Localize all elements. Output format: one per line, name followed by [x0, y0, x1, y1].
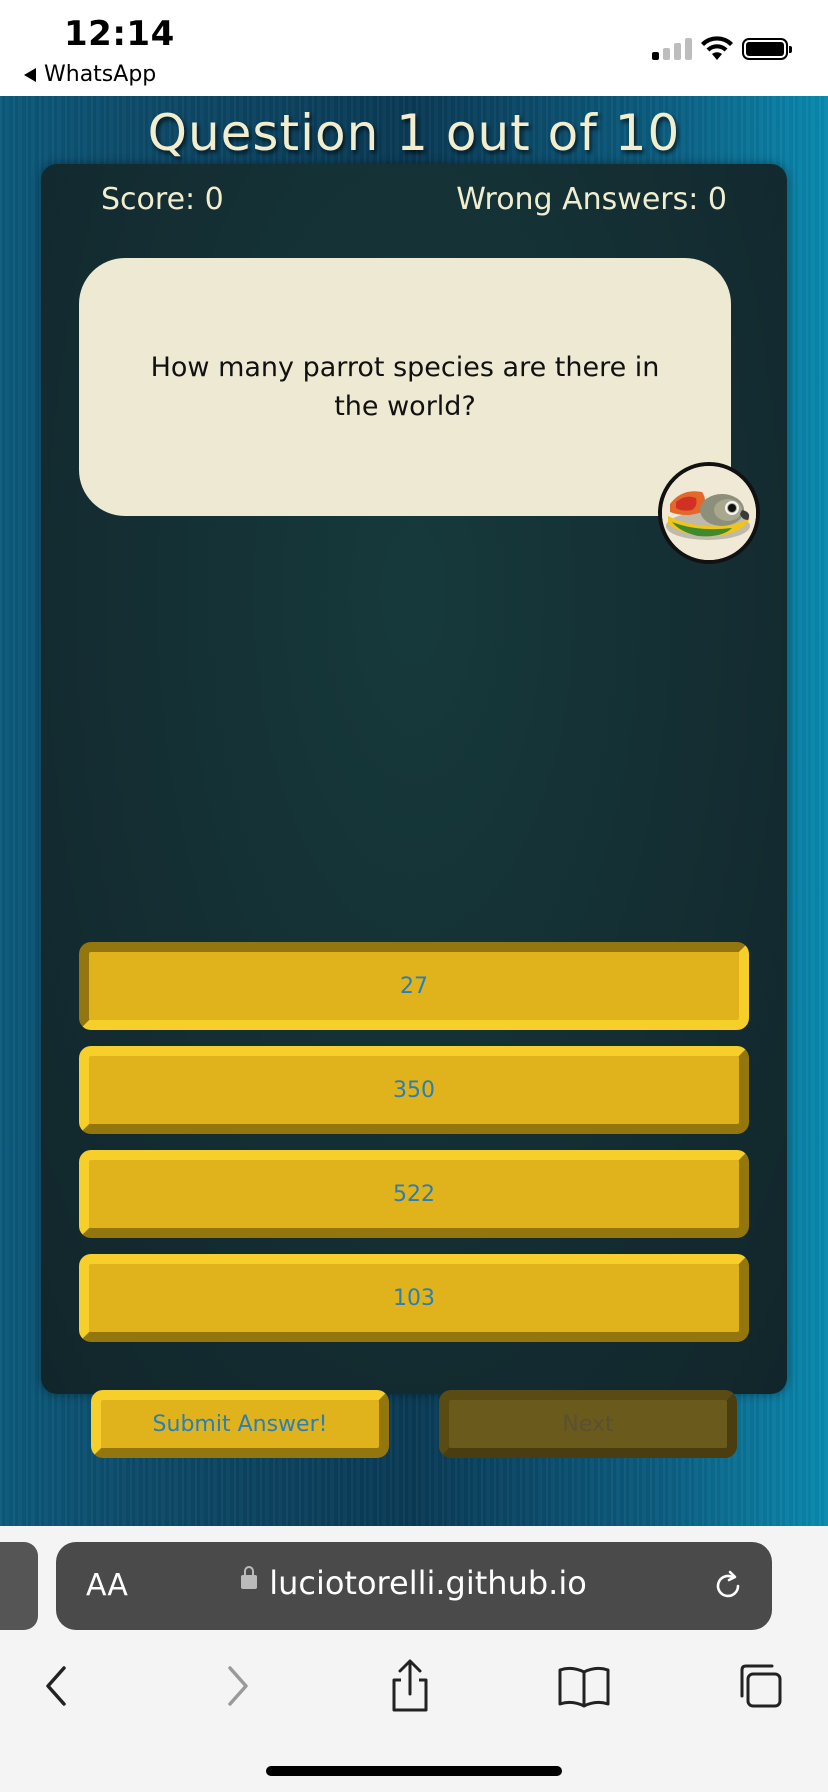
quiz-page: Question 1 out of 10 Score: 0 Wrong Answ…: [0, 96, 828, 1526]
bookmarks-icon[interactable]: [554, 1656, 614, 1716]
answer-option[interactable]: 522: [79, 1150, 749, 1238]
tabs-icon[interactable]: [732, 1656, 792, 1716]
address-bar[interactable]: AA luciotorelli.github.io: [56, 1542, 772, 1630]
clock: 12:14: [64, 14, 175, 54]
answer-option[interactable]: 103: [79, 1254, 749, 1342]
cellular-signal-icon: [652, 38, 692, 60]
previous-tab-preview[interactable]: [0, 1542, 38, 1630]
url-display[interactable]: luciotorelli.github.io: [56, 1564, 772, 1602]
browser-toolbar: AA luciotorelli.github.io: [0, 1526, 828, 1792]
wifi-icon: [701, 36, 733, 60]
battery-icon: [742, 38, 792, 60]
quiz-panel: Score: 0 Wrong Answers: 0 How many parro…: [41, 164, 787, 1458]
answer-label: 103: [393, 1285, 435, 1311]
back-app-label: WhatsApp: [44, 62, 157, 87]
answer-label: 27: [400, 973, 428, 999]
question-text: How many parrot species are there in the…: [150, 352, 660, 422]
answer-label: 522: [393, 1181, 435, 1207]
back-triangle-icon: [24, 67, 36, 82]
answer-list: 27 350 522 103: [79, 942, 749, 1358]
score-label: Score: 0: [101, 182, 224, 217]
next-button[interactable]: Next: [439, 1390, 737, 1458]
parrot-icon: [662, 466, 756, 560]
answer-option[interactable]: 350: [79, 1046, 749, 1134]
forward-icon[interactable]: [206, 1656, 266, 1716]
home-indicator: [266, 1766, 562, 1776]
share-icon[interactable]: [380, 1656, 440, 1716]
status-bar: 12:14 WhatsApp: [0, 0, 828, 96]
answer-option[interactable]: 27: [79, 942, 749, 1030]
browser-nav-row: [0, 1656, 828, 1726]
question-counter-title: Question 1 out of 10: [147, 104, 681, 162]
parrot-avatar-image: [658, 462, 760, 564]
url-text: luciotorelli.github.io: [269, 1564, 587, 1602]
back-icon[interactable]: [28, 1656, 88, 1716]
back-to-app-link[interactable]: WhatsApp: [24, 62, 156, 87]
wrong-answers-label: Wrong Answers: 0: [456, 182, 727, 217]
lock-icon: [241, 1566, 258, 1589]
reload-icon[interactable]: [710, 1568, 746, 1604]
submit-answer-button[interactable]: Submit Answer!: [91, 1390, 389, 1458]
answer-label: 350: [393, 1077, 435, 1103]
question-bubble: How many parrot species are there in the…: [79, 258, 731, 516]
